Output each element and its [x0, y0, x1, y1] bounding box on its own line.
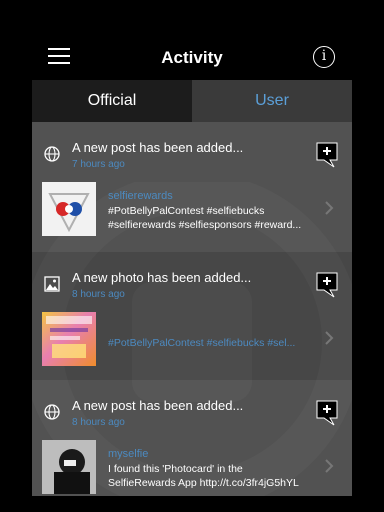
post-message-line: #selfierewards #selfiesponsors #reward..…: [108, 219, 302, 231]
post-message-line: I found this 'Photocard' in the: [108, 463, 243, 475]
item-header: A new post has been added... 8 hours ago: [32, 380, 352, 430]
top-bar: Activity i: [0, 0, 384, 80]
item-content[interactable]: selfierewards #PotBellyPalContest #selfi…: [32, 178, 352, 236]
item-title: A new photo has been added...: [72, 270, 252, 285]
chevron-right-icon: [325, 201, 334, 215]
item-title: A new post has been added...: [72, 140, 244, 155]
add-comment-button[interactable]: [316, 142, 338, 168]
add-comment-button[interactable]: [316, 272, 338, 298]
list-item[interactable]: A new post has been added... 8 hours ago…: [32, 380, 352, 496]
globe-icon: [44, 404, 60, 420]
post-thumbnail: [42, 440, 96, 494]
tab-user[interactable]: User: [192, 80, 352, 122]
chevron-right-icon: [325, 459, 334, 473]
post-thumbnail: [42, 182, 96, 236]
item-header: A new photo has been added... 8 hours ag…: [32, 252, 352, 302]
post-message-line: SelfieRewards App http://t.co/3fr4jG5hYL: [108, 477, 299, 489]
item-timestamp: 8 hours ago: [72, 289, 125, 300]
globe-icon: [44, 146, 60, 162]
contest-photo-image: [46, 316, 92, 358]
post-message-line: #PotBellyPalContest #selfiebucks: [108, 205, 265, 217]
item-content[interactable]: #PotBellyPalContest #selfiebucks #sel...: [32, 308, 352, 366]
selfierewards-logo-icon: [48, 193, 90, 233]
list-item[interactable]: A new photo has been added... 8 hours ag…: [32, 252, 352, 380]
image-icon: [44, 276, 60, 292]
tab-official[interactable]: Official: [32, 80, 192, 122]
chevron-right-icon: [325, 331, 334, 345]
photo-caption: #PotBellyPalContest #selfiebucks #sel...: [108, 337, 296, 349]
post-author: myselfie: [108, 448, 149, 460]
activity-feed[interactable]: A new post has been added... 7 hours ago…: [32, 122, 352, 496]
post-author: selfierewards: [108, 190, 173, 202]
item-header: A new post has been added... 7 hours ago: [32, 122, 352, 172]
info-button[interactable]: i: [313, 46, 335, 68]
list-item[interactable]: A new post has been added... 7 hours ago…: [32, 122, 352, 252]
item-timestamp: 8 hours ago: [72, 417, 125, 428]
item-timestamp: 7 hours ago: [72, 159, 125, 170]
tab-bar: Official User: [32, 80, 352, 122]
user-photo-image: [42, 440, 96, 494]
item-title: A new post has been added...: [72, 398, 244, 413]
photo-thumbnail: [42, 312, 96, 366]
add-comment-button[interactable]: [316, 400, 338, 426]
item-content[interactable]: myselfie I found this 'Photocard' in the…: [32, 436, 352, 494]
